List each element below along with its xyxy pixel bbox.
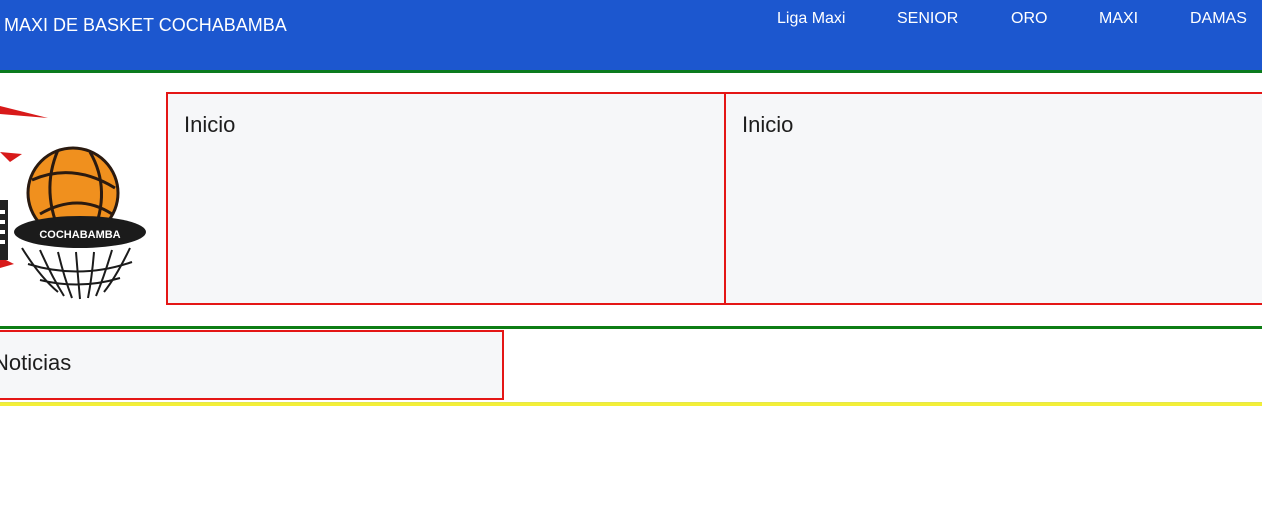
nav-link-oro[interactable]: ORO xyxy=(1011,10,1047,28)
content-card-inicio-2: Inicio xyxy=(724,92,1262,305)
nav-link-senior[interactable]: SENIOR xyxy=(897,10,958,28)
card-title[interactable]: Inicio xyxy=(184,112,235,138)
logo-text: COCHABAMBA xyxy=(39,229,120,241)
nav-link-maxi[interactable]: MAXI xyxy=(1099,10,1138,28)
basketball-hoop-icon: COCHABAMBA xyxy=(0,106,146,300)
basketball-logo: COCHABAMBA xyxy=(0,92,160,304)
nav-link-damas[interactable]: DAMAS xyxy=(1190,10,1247,28)
top-navbar: MAXI DE BASKET COCHABAMBA Liga Maxi SENI… xyxy=(0,0,1262,73)
nav-link-liga-maxi[interactable]: Liga Maxi xyxy=(777,10,845,28)
card-title[interactable]: Inicio xyxy=(742,112,793,138)
news-title[interactable]: Noticias xyxy=(0,350,71,376)
news-section: Noticias xyxy=(0,330,504,400)
site-brand[interactable]: MAXI DE BASKET COCHABAMBA xyxy=(4,15,287,36)
content-card-inicio-1: Inicio xyxy=(166,92,726,305)
